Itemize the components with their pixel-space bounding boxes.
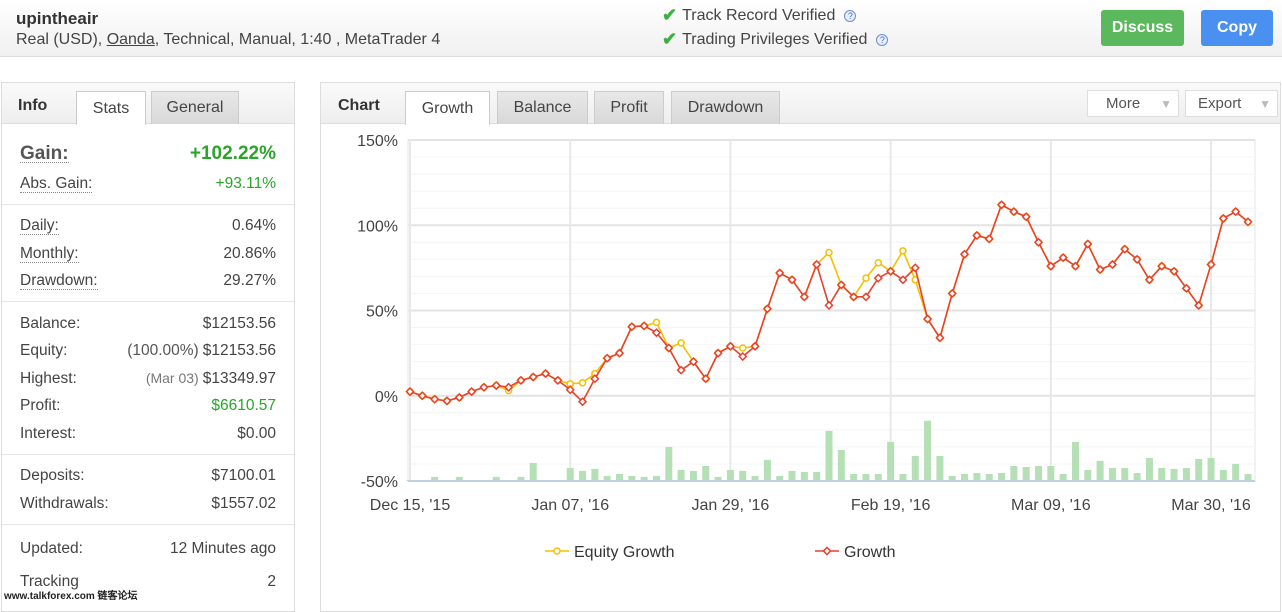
withdrawals-value: $1557.02 — [211, 494, 276, 512]
abs-gain-label: Abs. Gain: — [20, 174, 93, 193]
trading-privileges-verified: ✔ Trading Privileges Verified? — [662, 29, 889, 50]
account-header: upintheair Real (USD), Oanda, Technical,… — [0, 0, 1282, 57]
stats-list: Gain: +102.22% Abs. Gain: +93.11% Daily: 0.… — [2, 138, 294, 599]
verification-label: Track Record Verified — [682, 6, 836, 24]
highest-value: $13349.97 — [202, 369, 276, 387]
divider — [2, 301, 294, 302]
profit-label: Profit: — [20, 397, 61, 415]
abs-gain-value: +93.11% — [215, 174, 276, 192]
more-dropdown[interactable]: More ▼ — [1087, 90, 1179, 117]
verification-label: Trading Privileges Verified — [682, 30, 868, 48]
withdrawals-label: Withdrawals: — [20, 494, 109, 512]
drawdown-value: 29.27% — [223, 272, 276, 290]
discuss-button[interactable]: Discuss — [1101, 10, 1184, 46]
interest-value: $0.00 — [237, 424, 276, 442]
watermark: www.talkforex.com 链客论坛 — [4, 591, 138, 602]
monthly-label: Monthly: — [20, 244, 79, 263]
check-icon: ✔ — [662, 5, 678, 25]
highest-label: Highest: — [20, 369, 77, 387]
balance-label: Balance: — [20, 314, 81, 332]
tab-drawdown[interactable]: Drawdown — [671, 91, 780, 124]
gain-label: Gain: — [20, 143, 69, 164]
account-name: upintheair — [16, 9, 99, 28]
track-record-verified: ✔ Track Record Verified? — [662, 5, 857, 26]
equity-label: Equity: — [20, 342, 68, 360]
updated-value: 12 Minutes ago — [170, 539, 276, 557]
gain-value: +102.22% — [189, 143, 276, 164]
check-icon: ✔ — [662, 29, 678, 49]
desc-prefix: Real (USD), — [16, 31, 107, 48]
help-icon[interactable]: ? — [876, 33, 889, 46]
balance-value: $12153.56 — [202, 314, 276, 332]
chart-tabbar: Chart Growth Balance Profit Drawdown Mor… — [321, 83, 1280, 125]
highest-date: (Mar 03) — [145, 369, 199, 386]
tab-general[interactable]: General — [151, 91, 239, 124]
export-dropdown[interactable]: Export ▼ — [1185, 90, 1278, 117]
divider — [2, 453, 294, 455]
chart-panel: Chart Growth Balance Profit Drawdown Mor… — [320, 82, 1281, 612]
broker-link[interactable]: Oanda — [107, 31, 155, 48]
drawdown-label: Drawdown: — [20, 272, 98, 291]
account-description: Real (USD), Oanda, Technical, Manual, 1:… — [16, 31, 440, 49]
divider — [2, 523, 294, 525]
export-label: Export — [1198, 95, 1242, 112]
dropdown-arrow-icon: ▼ — [1160, 96, 1172, 111]
updated-label: Updated: — [20, 539, 83, 557]
equity-value: $12153.56 — [202, 342, 276, 360]
divider — [2, 203, 294, 205]
tab-profit[interactable]: Profit — [594, 91, 664, 124]
tab-stats[interactable]: Stats — [76, 91, 146, 125]
info-panel: Info Stats General Gain: +102.22% Abs. Ga… — [1, 82, 295, 612]
copy-button[interactable]: Copy — [1201, 10, 1273, 46]
deposits-value: $7100.01 — [211, 467, 276, 485]
daily-label: Daily: — [20, 217, 59, 236]
tracking-value: 2 — [267, 572, 276, 590]
interest-label: Interest: — [20, 424, 76, 442]
daily-value: 0.64% — [232, 217, 276, 235]
equity-percent: (100.00%) — [127, 342, 199, 360]
profit-value: $6610.57 — [211, 397, 276, 415]
monthly-value: 20.86% — [223, 244, 276, 262]
desc-suffix: , Technical, Manual, 1:40 , MetaTrader 4 — [154, 31, 441, 48]
help-icon[interactable]: ? — [844, 9, 857, 22]
deposits-label: Deposits: — [20, 467, 85, 485]
dropdown-arrow-icon: ▼ — [1259, 96, 1271, 111]
info-title: Info — [18, 97, 48, 114]
tab-growth[interactable]: Growth — [405, 91, 490, 125]
chart-title: Chart — [338, 97, 380, 114]
more-label: More — [1106, 95, 1141, 112]
info-tabbar: Info Stats General — [2, 83, 294, 125]
tab-balance[interactable]: Balance — [497, 91, 588, 124]
